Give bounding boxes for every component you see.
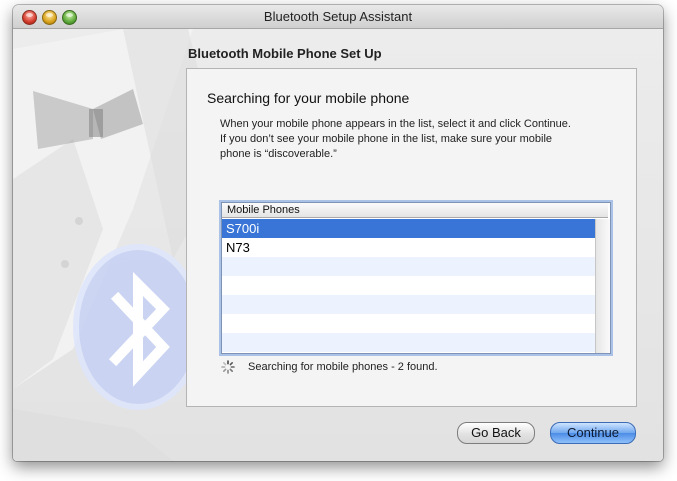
empty-row: [222, 333, 595, 352]
mobile-phones-list[interactable]: Mobile Phones S700i N73: [221, 202, 611, 354]
content-area: Bluetooth Mobile Phone Set Up Searching …: [13, 29, 663, 461]
empty-row: [222, 295, 595, 314]
title-bar[interactable]: Bluetooth Setup Assistant: [13, 5, 663, 29]
status-text: Searching for mobile phones - 2 found.: [248, 361, 438, 373]
window: Bluetooth Setup Assistant Bluetooth Mobi…: [13, 5, 663, 461]
list-column-header[interactable]: Mobile Phones: [222, 203, 608, 218]
search-title: Searching for your mobile phone: [207, 90, 410, 106]
spinner-icon: [221, 360, 235, 374]
page-heading: Bluetooth Mobile Phone Set Up: [188, 46, 382, 61]
empty-row: [222, 276, 595, 295]
go-back-button[interactable]: Go Back: [457, 422, 535, 444]
list-rows: S700i N73: [222, 219, 595, 353]
empty-row: [222, 314, 595, 333]
list-item[interactable]: N73: [222, 238, 595, 257]
bluetooth-icon: [73, 244, 203, 410]
instructions-text: When your mobile phone appears in the li…: [220, 118, 571, 160]
window-title: Bluetooth Setup Assistant: [263, 9, 413, 24]
continue-button[interactable]: Continue: [550, 422, 636, 444]
list-item[interactable]: S700i: [222, 219, 595, 238]
list-scrollbar[interactable]: [595, 219, 610, 353]
setup-panel: Searching for your mobile phone When you…: [186, 68, 637, 407]
empty-row: [222, 257, 595, 276]
